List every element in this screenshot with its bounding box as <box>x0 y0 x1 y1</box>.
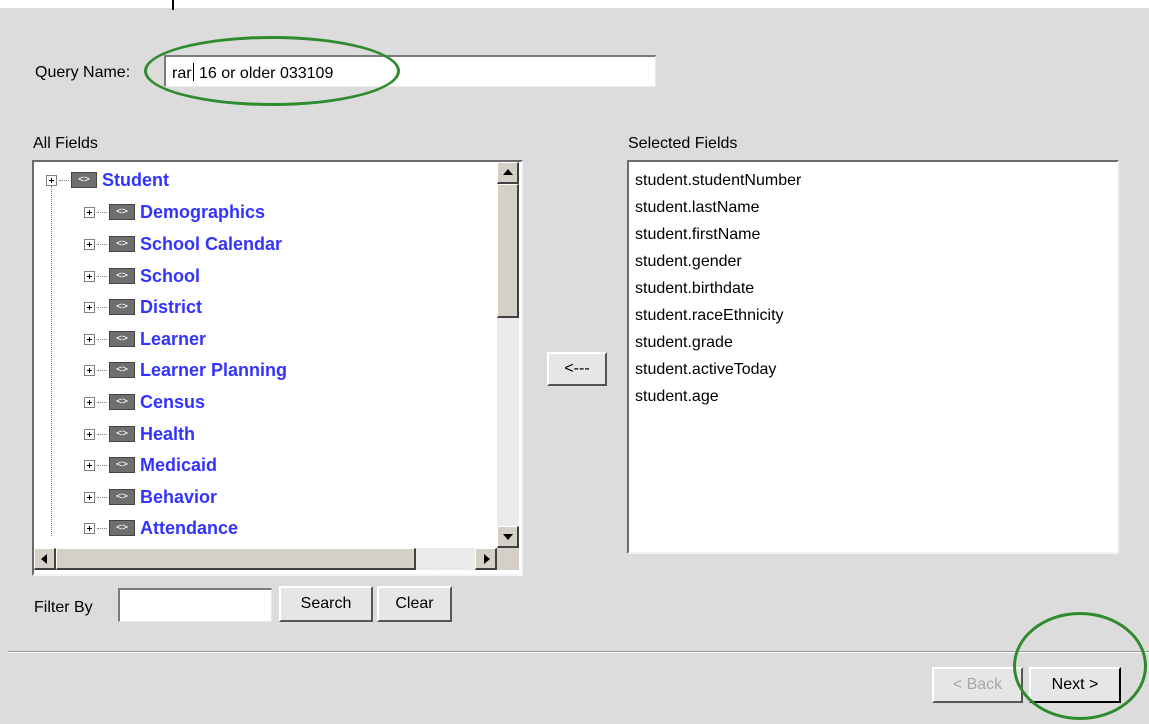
expand-icon[interactable] <box>84 270 95 282</box>
code-tag-icon: <> <box>109 331 135 347</box>
highlight-ellipse-next <box>1013 612 1147 720</box>
expand-icon[interactable] <box>46 174 57 186</box>
tree-connector <box>97 464 107 466</box>
tree-connector <box>97 496 107 498</box>
tree-label: Health <box>140 423 196 444</box>
tree-node-behavior[interactable]: <> Behavior <box>84 485 217 509</box>
code-tag-icon: <> <box>109 426 135 442</box>
vertical-scroll-thumb[interactable] <box>497 184 519 318</box>
code-tag-icon: <> <box>109 299 135 315</box>
selected-field-item[interactable]: student.birthdate <box>635 280 754 298</box>
tree-node-census[interactable]: <> Census <box>84 390 205 414</box>
tree-node-district[interactable]: <> District <box>84 295 202 319</box>
tree-connector <box>97 433 107 435</box>
tree-label: District <box>140 296 203 317</box>
selected-field-item[interactable]: student.studentNumber <box>635 172 801 190</box>
tree-label: Learner Planning <box>140 359 288 380</box>
tree-connector <box>97 527 107 529</box>
tree-node-medicaid[interactable]: <> Medicaid <box>84 453 217 477</box>
expand-icon[interactable] <box>84 206 95 218</box>
expand-icon[interactable] <box>84 301 95 313</box>
expand-icon[interactable] <box>84 364 95 376</box>
tree-label: Medicaid <box>140 454 218 475</box>
tree-node-health[interactable]: <> Health <box>84 422 195 446</box>
all-fields-label: All Fields <box>33 135 98 152</box>
code-tag-icon: <> <box>109 520 135 536</box>
scroll-up-button[interactable] <box>497 162 519 184</box>
selected-field-item[interactable]: student.gender <box>635 253 742 271</box>
back-button[interactable]: < Back <box>932 667 1023 703</box>
all-fields-tree[interactable]: <> Student <> Demographics <> School Cal… <box>32 160 523 576</box>
selected-field-item[interactable]: student.grade <box>635 334 733 352</box>
tree-connector <box>97 211 107 213</box>
arrow-down-icon <box>503 534 513 540</box>
tree-label: Census <box>140 391 206 412</box>
tree-node-student[interactable]: <> Student <box>46 168 169 192</box>
tree-node-school[interactable]: <> School <box>84 264 200 288</box>
arrow-up-icon <box>503 169 513 175</box>
tree-connector <box>97 338 107 340</box>
tree-label: School Calendar <box>140 233 283 254</box>
expand-icon[interactable] <box>84 522 95 534</box>
selected-field-item[interactable]: student.lastName <box>635 199 760 217</box>
scroll-down-button[interactable] <box>497 526 519 548</box>
horizontal-scroll-track[interactable] <box>416 548 475 570</box>
selected-fields-list[interactable]: student.studentNumber student.lastName s… <box>627 160 1119 554</box>
query-name-label: Query Name: <box>35 64 131 81</box>
code-tag-icon: <> <box>109 489 135 505</box>
tree-label: Learner <box>140 328 207 349</box>
top-divider-tick <box>172 0 174 10</box>
expand-icon[interactable] <box>84 396 95 408</box>
tree-connector <box>97 401 107 403</box>
tree-node-learner-planning[interactable]: <> Learner Planning <box>84 358 287 382</box>
filter-by-label: Filter By <box>34 599 93 616</box>
tree-label: Attendance <box>140 517 239 538</box>
arrow-right-icon <box>484 554 490 564</box>
scrollbar-corner <box>497 548 519 570</box>
expand-icon[interactable] <box>84 459 95 471</box>
code-tag-icon: <> <box>109 362 135 378</box>
selected-field-item[interactable]: student.raceEthnicity <box>635 307 784 325</box>
tree-node-demographics[interactable]: <> Demographics <box>84 200 265 224</box>
tree-connector <box>97 369 107 371</box>
tree-node-attendance[interactable]: <> Attendance <box>84 516 238 540</box>
clear-button[interactable]: Clear <box>377 586 452 622</box>
expand-icon[interactable] <box>84 428 95 440</box>
code-tag-icon: <> <box>109 394 135 410</box>
remove-field-button[interactable]: <--- <box>547 352 607 386</box>
search-button[interactable]: Search <box>279 586 373 622</box>
filter-input[interactable] <box>118 588 272 622</box>
arrow-left-icon <box>41 554 47 564</box>
code-tag-icon: <> <box>109 236 135 252</box>
selected-field-item[interactable]: student.activeToday <box>635 361 776 379</box>
code-tag-icon: <> <box>109 204 135 220</box>
tree-label: Demographics <box>140 201 266 222</box>
highlight-ellipse-query <box>144 36 400 106</box>
tree-connector <box>97 243 107 245</box>
selected-field-item[interactable]: student.firstName <box>635 226 760 244</box>
tree-label: Behavior <box>140 486 218 507</box>
footer-separator-highlight <box>8 652 1149 653</box>
selected-field-item[interactable]: student.age <box>635 388 719 406</box>
code-tag-icon: <> <box>109 268 135 284</box>
selected-fields-label: Selected Fields <box>628 135 738 152</box>
code-tag-icon: <> <box>71 172 97 188</box>
expand-icon[interactable] <box>84 238 95 250</box>
tree-guide-line <box>51 186 52 536</box>
tree-node-school-calendar[interactable]: <> School Calendar <box>84 232 282 256</box>
expand-icon[interactable] <box>84 491 95 503</box>
tree-connector <box>97 275 107 277</box>
tree-connector <box>97 306 107 308</box>
tree-node-learner[interactable]: <> Learner <box>84 327 206 351</box>
scroll-right-button[interactable] <box>475 548 497 570</box>
scroll-left-button[interactable] <box>34 548 56 570</box>
horizontal-scroll-thumb[interactable] <box>56 548 416 570</box>
tree-connector <box>59 179 69 181</box>
tree-label: School <box>140 265 201 286</box>
expand-icon[interactable] <box>84 333 95 345</box>
tree-label-student: Student <box>102 169 169 190</box>
code-tag-icon: <> <box>109 457 135 473</box>
